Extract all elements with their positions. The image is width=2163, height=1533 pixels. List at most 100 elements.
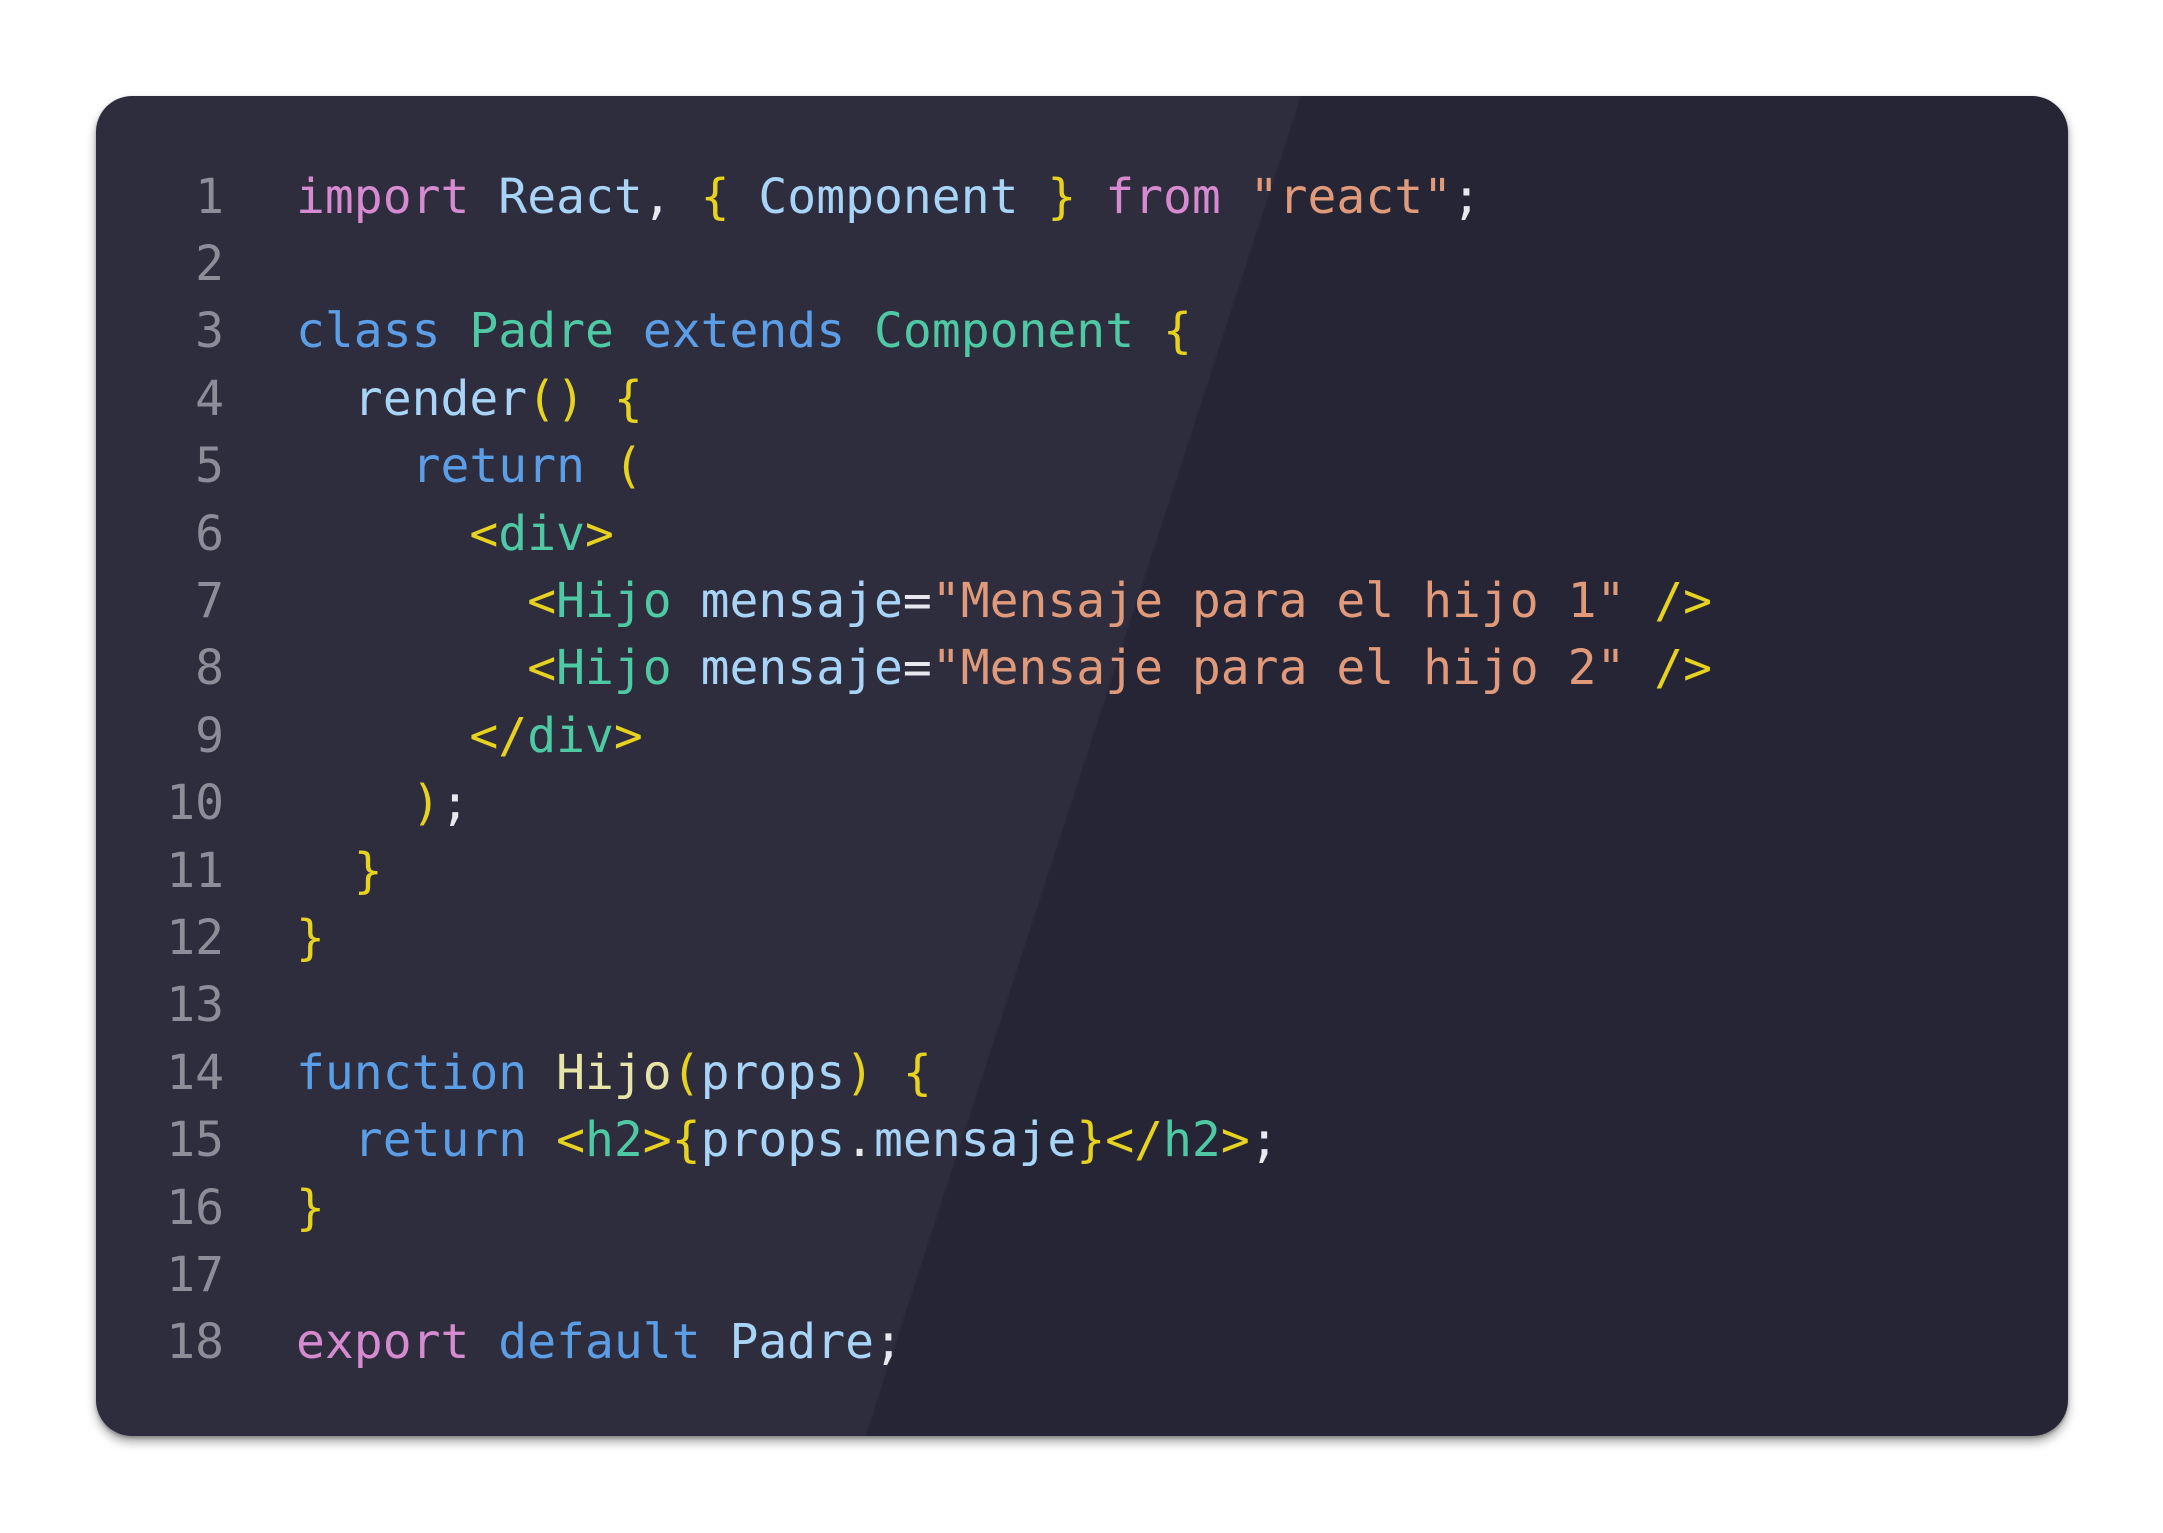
line-number: 17 (166, 1246, 224, 1303)
line-source: return ( (296, 438, 643, 494)
code-block[interactable]: 1 import React, { Component } from "react… (96, 163, 2068, 1376)
code-token: div (498, 505, 585, 562)
code-token: /> (1654, 640, 1713, 697)
code-token: export (296, 1314, 470, 1371)
line-source: </div> (296, 707, 642, 764)
code-token: </ (1105, 1112, 1164, 1169)
code-line: 16} (96, 1174, 2068, 1241)
code-token: import (296, 168, 470, 225)
code-token: < (556, 1112, 585, 1169)
code-token: function (296, 1044, 528, 1101)
line-number: 10 (166, 775, 224, 832)
code-token: Hijo (556, 1044, 672, 1101)
code-line: 14 function Hijo(props) { (96, 1039, 2068, 1106)
code-token: > (585, 505, 614, 562)
line-number: 3 (195, 303, 224, 360)
code-token: < (527, 573, 557, 630)
line-number: 8 (195, 640, 224, 697)
line-source: function Hijo(props) { (296, 1045, 932, 1101)
line-source: import React, { Component } from "react"… (296, 169, 1481, 225)
line-source: export default Padre; (296, 1314, 903, 1370)
code-token: div (527, 707, 614, 764)
line-number: 13 (166, 977, 224, 1034)
line-number: 9 (195, 707, 224, 764)
code-token: ) (411, 775, 441, 832)
line-number: 14 (166, 1044, 224, 1101)
code-line: 18 export default Padre; (96, 1309, 2068, 1376)
line-number: 4 (195, 370, 224, 427)
code-token: Component (758, 168, 1019, 225)
line-number: 15 (166, 1112, 224, 1169)
code-token: { (1163, 303, 1192, 360)
code-token: "Mensaje para el hijo 1" (931, 573, 1626, 630)
code-token: { (671, 1112, 701, 1169)
code-token: , (642, 168, 701, 225)
code-token: mensaje (874, 1112, 1077, 1169)
code-token: } (353, 842, 383, 899)
line-source: } (296, 843, 383, 899)
code-line: 1 import React, { Component } from "react… (96, 163, 2068, 230)
code-token: ( (671, 1044, 701, 1101)
code-line: 5 return ( (96, 433, 2068, 500)
code-token: React (498, 168, 643, 225)
code-token: return (411, 438, 585, 495)
code-token: } (296, 909, 325, 966)
code-line: 9 </div> (96, 702, 2068, 769)
code-token: extends (642, 303, 846, 360)
code-line: 10 ); (96, 770, 2068, 837)
code-token: { (700, 168, 730, 225)
code-token: h2 (585, 1112, 643, 1169)
code-line: 8 <Hijo mensaje="Mensaje para el hijo 2"… (96, 635, 2068, 702)
code-token: Hijo (556, 573, 672, 630)
code-token: /> (1654, 573, 1713, 630)
code-token: ; (1452, 168, 1481, 225)
line-number: 16 (166, 1179, 224, 1236)
line-number: 11 (166, 842, 224, 899)
code-token: Hijo (556, 640, 672, 697)
line-number: 7 (195, 573, 224, 630)
code-token: return (353, 1112, 528, 1169)
code-token: ; (440, 775, 470, 832)
code-token: "react" (1249, 168, 1453, 225)
code-line: 11 } (96, 837, 2068, 904)
code-token: render (353, 370, 528, 427)
line-source: } (296, 910, 325, 966)
line-number: 5 (195, 438, 224, 495)
code-token: class (296, 303, 441, 360)
code-token: ( (613, 438, 643, 495)
code-window: 1 import React, { Component } from "react… (96, 96, 2068, 1436)
code-token: </ (469, 707, 528, 764)
code-token: { (613, 370, 643, 427)
code-token: } (1047, 168, 1077, 225)
code-line: 4 render() { (96, 365, 2068, 432)
code-token: mensaje (700, 573, 903, 630)
code-line: 6 <div> (96, 500, 2068, 567)
code-token: ; (1249, 1112, 1279, 1169)
code-token: from (1105, 168, 1221, 225)
line-source: <div> (296, 506, 614, 562)
code-token: mensaje (700, 640, 903, 697)
code-line: 15 return <h2>{props.mensaje}</h2>; (96, 1106, 2068, 1173)
code-token: < (469, 505, 499, 562)
line-number: 12 (166, 909, 224, 966)
